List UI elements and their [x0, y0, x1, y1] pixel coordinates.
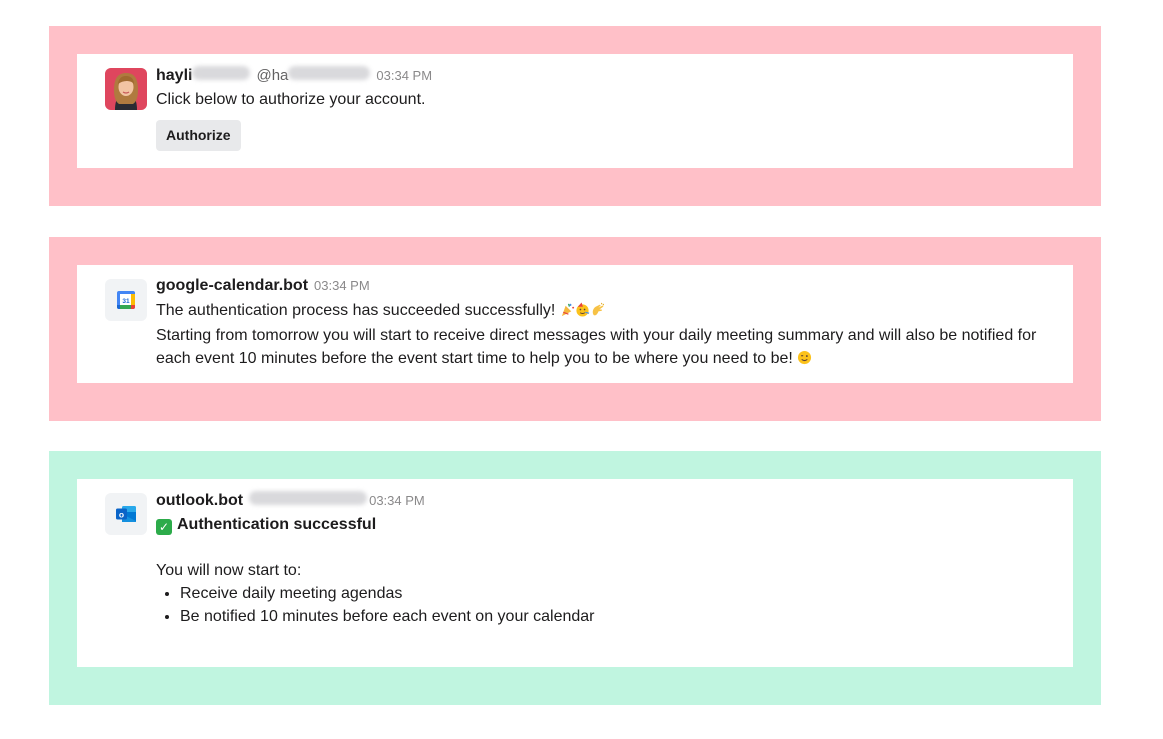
auth-success-text: Authentication successful [177, 516, 377, 533]
user-avatar-photo [105, 68, 147, 110]
message-content: google-calendar.bot 03:34 PM The authent… [156, 277, 1049, 372]
outlook-avatar[interactable]: o [105, 493, 147, 535]
message-card: o outlook.bot 03:34 PM ✓ Authentication s… [77, 479, 1073, 667]
message-header: google-calendar.bot 03:34 PM [156, 277, 1049, 299]
intro-text: You will now start to: [156, 562, 302, 579]
partying-face-icon [575, 301, 590, 324]
message-frame-google-calendar: 31 google-calendar.bot 03:34 PM The auth… [49, 237, 1101, 421]
auth-success-title: ✓ Authentication successful [156, 513, 1049, 536]
redacted-handle [288, 66, 371, 80]
list-item: Be notified 10 minutes before each event… [180, 605, 1049, 628]
message-frame-authorize: hayli @ha 03:34 PM Click below to author… [49, 26, 1101, 206]
party-popper-icon [560, 301, 575, 324]
message-card: 31 google-calendar.bot 03:34 PM The auth… [77, 265, 1073, 383]
google-calendar-avatar[interactable]: 31 [105, 279, 147, 321]
sender-handle: @ha [256, 67, 289, 84]
message-card: hayli @ha 03:34 PM Click below to author… [77, 54, 1073, 168]
message-timestamp[interactable]: 03:34 PM [314, 278, 370, 293]
sender-name[interactable]: hayli [156, 67, 192, 85]
notification-info-text: Starting from tomorrow you will start to… [156, 327, 1037, 367]
list-item: Receive daily meeting agendas [180, 582, 1049, 605]
check-mark-icon: ✓ [156, 519, 172, 535]
success-text: The authentication process has succeeded… [156, 302, 556, 319]
authorize-button[interactable]: Authorize [156, 120, 241, 151]
outlook-logo-letter: o [119, 509, 124, 519]
sender-name[interactable]: outlook.bot [156, 492, 243, 510]
google-calendar-icon: 31 [117, 291, 135, 309]
message-header: hayli @ha 03:34 PM [156, 66, 1049, 88]
clapping-hands-icon [590, 301, 605, 324]
winking-face-icon [797, 349, 812, 372]
message-header: outlook.bot 03:34 PM [156, 491, 1049, 513]
feature-list: Receive daily meeting agendas Be notifie… [156, 582, 1049, 628]
message-frame-outlook: o outlook.bot 03:34 PM ✓ Authentication s… [49, 451, 1101, 705]
message-timestamp[interactable]: 03:34 PM [369, 493, 425, 508]
message-content: outlook.bot 03:34 PM ✓ Authentication suc… [156, 491, 1049, 628]
redacted-handle [249, 491, 368, 505]
message-timestamp[interactable]: 03:34 PM [376, 68, 432, 83]
message-text: Click below to authorize your account. [156, 91, 426, 108]
message-content: hayli @ha 03:34 PM Click below to author… [156, 66, 1049, 151]
message-text: The authentication process has succeeded… [156, 299, 1049, 372]
user-avatar[interactable] [105, 68, 147, 110]
redacted-name [192, 66, 251, 80]
calendar-day-number: 31 [122, 298, 130, 305]
sender-name[interactable]: google-calendar.bot [156, 277, 308, 295]
outlook-icon: o [116, 506, 136, 522]
